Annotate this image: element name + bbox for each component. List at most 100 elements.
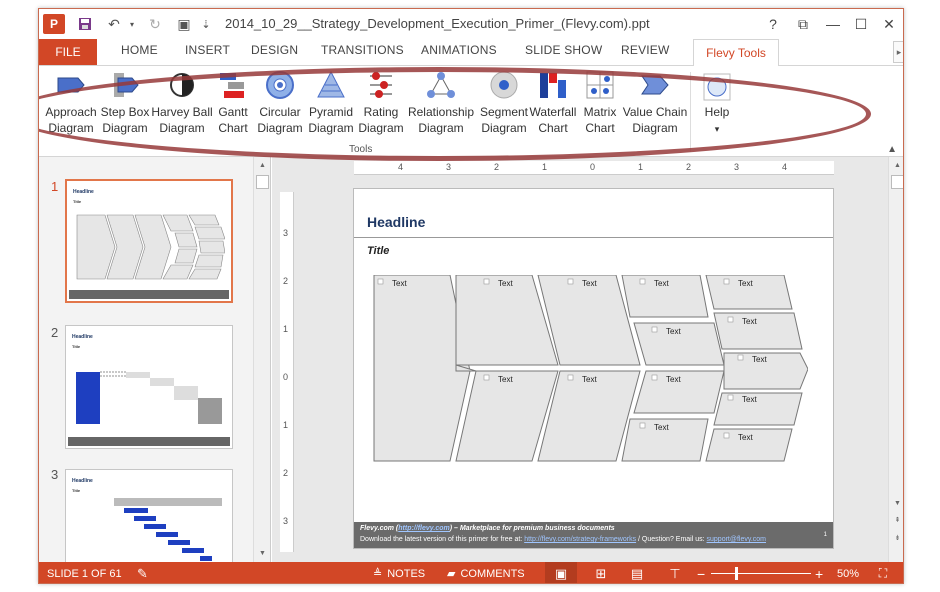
- previous-slide-icon[interactable]: ⇞: [891, 513, 903, 526]
- save-icon[interactable]: [75, 14, 95, 34]
- gantt-chart-button[interactable]: Gantt Chart: [215, 70, 251, 136]
- undo-dropdown-icon[interactable]: ▾: [127, 14, 137, 34]
- status-bar: SLIDE 1 OF 61 ✎ ≜ NOTES ▰ COMMENTS ▣ ⊞ ▤ ⊤…: [39, 562, 903, 583]
- scroll-up-icon[interactable]: ▲: [891, 159, 903, 172]
- comments-icon: ▰: [447, 568, 456, 580]
- rating-icon: [366, 70, 396, 100]
- strategy-frameworks-link[interactable]: http://flevy.com/strategy-frameworks: [524, 536, 636, 543]
- minimize-button[interactable]: —: [819, 12, 847, 36]
- scrollbar-thumb[interactable]: [256, 175, 269, 189]
- editor-scrollbar[interactable]: ▲ ▼ ⇞ ⇟: [888, 157, 903, 562]
- zoom-level[interactable]: 50%: [837, 562, 859, 583]
- comments-button[interactable]: ▰ COMMENTS: [447, 562, 525, 583]
- title-bar: P ↶ ▾ ↻ ▣ ⇣ 2014_10_29__Strategy_Develop…: [39, 9, 903, 39]
- diagram-text: Text: [742, 395, 757, 404]
- thumbnail-diagram: [76, 214, 225, 280]
- scroll-up-icon[interactable]: ▲: [256, 159, 269, 172]
- relationship-diagram-button[interactable]: Relationship Diagram: [405, 70, 477, 136]
- tab-flevy-tools[interactable]: Flevy Tools: [693, 39, 779, 66]
- slide-sorter-icon[interactable]: ⊞: [589, 562, 613, 583]
- tab-slide-show[interactable]: SLIDE SHOW: [525, 43, 602, 57]
- value-chain-diagram-button[interactable]: Value Chain Diagram: [621, 70, 689, 136]
- tab-transitions[interactable]: TRANSITIONS: [321, 43, 404, 57]
- rating-diagram-button[interactable]: Rating Diagram: [357, 70, 405, 136]
- circular-diagram-button[interactable]: Circular Diagram: [255, 70, 305, 136]
- support-email-link[interactable]: support@flevy.com: [707, 536, 767, 543]
- normal-view-icon[interactable]: ▣: [545, 562, 577, 583]
- diagram-text: Text: [654, 423, 669, 432]
- circular-diagram-icon: [265, 70, 295, 100]
- diagram-text: Text: [752, 355, 767, 364]
- horizontal-ruler: 4 3 2 1 0 1 2 3 4: [354, 161, 834, 175]
- approach-diagram-button[interactable]: Approach Diagram: [43, 70, 99, 136]
- tab-home[interactable]: HOME: [121, 43, 158, 57]
- close-button[interactable]: ✕: [875, 12, 903, 36]
- ribbon-scroll-right-icon[interactable]: ▸: [893, 41, 903, 63]
- slide-show-icon[interactable]: ⊤: [663, 562, 687, 583]
- redo-icon[interactable]: ↻: [145, 14, 165, 34]
- value-chain-diagram[interactable]: Text Text Text Text Text Text Text Text …: [368, 275, 808, 467]
- thumbnail-waterfall: [76, 371, 222, 424]
- slide-count: SLIDE 1 OF 61: [47, 567, 122, 580]
- current-slide[interactable]: Headline Title Text Text Text Text Text …: [353, 188, 834, 549]
- start-presentation-icon[interactable]: ▣: [173, 14, 195, 34]
- tab-file[interactable]: FILE: [39, 39, 97, 65]
- scrollbar-thumb[interactable]: [891, 175, 903, 189]
- diagram-text: Text: [738, 279, 753, 288]
- help-dropdown-button[interactable]: Help ▾: [695, 72, 739, 137]
- relationship-icon: [426, 70, 456, 100]
- help-button[interactable]: ?: [759, 12, 787, 36]
- zoom-slider-thumb[interactable]: [735, 567, 738, 580]
- slide-thumbnail-3[interactable]: Headline Title: [65, 469, 233, 562]
- thumbnail-number: 3: [51, 467, 59, 482]
- waterfall-chart-button[interactable]: Waterfall Chart: [529, 70, 577, 136]
- thumbnail-number: 1: [51, 179, 59, 194]
- collapse-ribbon-icon[interactable]: ▲: [887, 144, 897, 155]
- undo-icon[interactable]: ↶: [103, 14, 125, 34]
- scroll-down-icon[interactable]: ▼: [891, 497, 903, 510]
- thumbnail-gantt: [114, 498, 222, 561]
- diagram-box: [713, 312, 803, 350]
- customize-toolbar-icon[interactable]: ⇣: [199, 14, 213, 34]
- flevy-link[interactable]: http://flevy.com: [398, 525, 449, 532]
- tab-animations[interactable]: ANIMATIONS: [421, 43, 497, 57]
- step-box-icon: [110, 70, 140, 100]
- powerpoint-window: P ↶ ▾ ↻ ▣ ⇣ 2014_10_29__Strategy_Develop…: [38, 8, 904, 584]
- zoom-in-button[interactable]: +: [815, 562, 823, 583]
- tab-design[interactable]: DESIGN: [251, 43, 298, 57]
- notes-button[interactable]: ≜ NOTES: [373, 562, 425, 583]
- slide-editor: 4 3 2 1 0 1 2 3 4 3 2 1 0 1 2 3 Headline…: [272, 157, 903, 562]
- diagram-text: Text: [582, 375, 597, 384]
- scroll-down-icon[interactable]: ▼: [256, 547, 269, 560]
- spellcheck-icon[interactable]: ✎: [137, 562, 148, 583]
- thumbnail-footer: [68, 437, 230, 446]
- tab-review[interactable]: REVIEW: [621, 43, 670, 57]
- diagram-text: Text: [392, 279, 407, 288]
- diagram-text: Text: [738, 433, 753, 442]
- segment-diagram-button[interactable]: Segment Diagram: [479, 70, 529, 136]
- step-box-diagram-button[interactable]: Step Box Diagram: [99, 70, 151, 136]
- maximize-button[interactable]: ☐: [847, 12, 875, 36]
- tab-insert[interactable]: INSERT: [185, 43, 230, 57]
- diagram-text: Text: [654, 279, 669, 288]
- slide-thumbnail-2[interactable]: Headline Title: [65, 325, 233, 449]
- slide-page-number: 1: [823, 532, 827, 538]
- thumbnails-scrollbar[interactable]: ▲ ▼: [253, 157, 270, 562]
- next-slide-icon[interactable]: ⇟: [891, 531, 903, 544]
- vertical-ruler: 3 2 1 0 1 2 3: [280, 192, 294, 552]
- matrix-chart-icon: [585, 70, 615, 100]
- slide-title[interactable]: Title: [367, 245, 389, 257]
- ribbon-display-options-icon[interactable]: ⧉: [789, 12, 817, 36]
- matrix-chart-button[interactable]: Matrix Chart: [579, 70, 621, 136]
- harvey-ball-diagram-button[interactable]: Harvey Ball Diagram: [151, 70, 213, 136]
- pyramid-diagram-button[interactable]: Pyramid Diagram: [307, 70, 355, 136]
- slide-headline[interactable]: Headline: [367, 214, 425, 230]
- diagram-text: Text: [666, 375, 681, 384]
- fit-slide-icon[interactable]: ⛶: [873, 562, 893, 583]
- zoom-slider[interactable]: [711, 573, 811, 574]
- powerpoint-logo-icon[interactable]: P: [43, 14, 65, 34]
- zoom-out-button[interactable]: −: [697, 562, 705, 583]
- reading-view-icon[interactable]: ▤: [625, 562, 649, 583]
- diagram-text: Text: [498, 375, 513, 384]
- slide-thumbnail-1[interactable]: Headline Title: [65, 179, 233, 303]
